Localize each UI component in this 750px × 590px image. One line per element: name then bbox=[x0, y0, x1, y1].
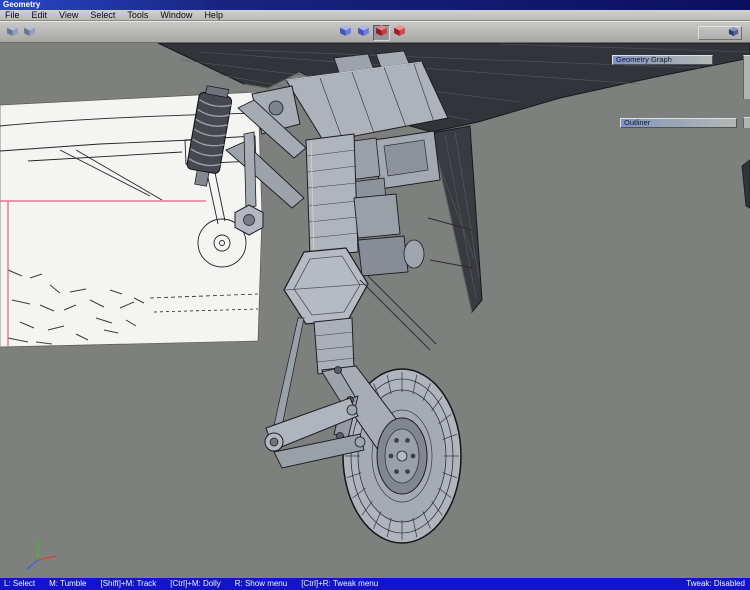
display-mode-blue-1-button[interactable] bbox=[337, 25, 354, 41]
display-mode-blue-2-button[interactable] bbox=[355, 25, 372, 41]
hint-ctrl-middle: [Ctrl]+M: Dolly bbox=[170, 579, 221, 588]
outliner-panel-header[interactable]: Outliner bbox=[620, 118, 737, 128]
application-window: Geometry File Edit View Select Tools Win… bbox=[0, 0, 750, 590]
main-toolbar bbox=[0, 21, 750, 43]
shaded-cube-tool-1-button[interactable] bbox=[4, 25, 21, 41]
menu-select[interactable]: Select bbox=[89, 10, 116, 20]
cube-icon bbox=[339, 24, 352, 42]
window-titlebar[interactable]: Geometry bbox=[0, 0, 750, 10]
menu-tools[interactable]: Tools bbox=[126, 10, 149, 20]
display-mode-red-2-button[interactable] bbox=[391, 25, 408, 41]
cube-icon bbox=[728, 24, 739, 42]
statusbar: L: Select M: Tumble [Shift]+M: Track [Ct… bbox=[0, 578, 750, 590]
menu-view[interactable]: View bbox=[58, 10, 79, 20]
cube-icon bbox=[23, 24, 36, 42]
menu-edit[interactable]: Edit bbox=[31, 10, 49, 20]
viewport-layout-button[interactable] bbox=[698, 26, 742, 40]
menu-file[interactable]: File bbox=[4, 10, 21, 20]
wheel-hub bbox=[376, 417, 428, 495]
panel-edge-strip-bottom[interactable] bbox=[743, 117, 750, 128]
tweak-state: Tweak: Disabled bbox=[686, 579, 745, 588]
hint-shift-middle: [Shift]+M: Track bbox=[100, 579, 157, 588]
cube-icon bbox=[357, 24, 370, 42]
geometry-graph-panel-title: Geometry Graph bbox=[616, 55, 672, 64]
menu-window[interactable]: Window bbox=[159, 10, 193, 20]
cube-icon bbox=[375, 24, 388, 42]
menubar: File Edit View Select Tools Window Help bbox=[0, 10, 750, 21]
hint-left-mouse: L: Select bbox=[4, 579, 36, 588]
hint-right-mouse: R: Show menu bbox=[234, 579, 288, 588]
hint-middle-mouse: M: Tumble bbox=[49, 579, 87, 588]
display-mode-red-1-button[interactable] bbox=[373, 25, 390, 41]
window-title: Geometry bbox=[3, 0, 41, 9]
shaded-cube-tool-2-button[interactable] bbox=[21, 25, 38, 41]
cube-icon bbox=[393, 24, 406, 42]
cube-icon bbox=[6, 24, 19, 42]
menu-help[interactable]: Help bbox=[203, 10, 224, 20]
outliner-panel-title: Outliner bbox=[624, 118, 651, 127]
hint-ctrl-right: [Ctrl]+R: Tweak menu bbox=[301, 579, 379, 588]
geometry-graph-panel-header[interactable]: Geometry Graph bbox=[612, 55, 713, 65]
panel-edge-strip-top[interactable] bbox=[743, 55, 750, 99]
